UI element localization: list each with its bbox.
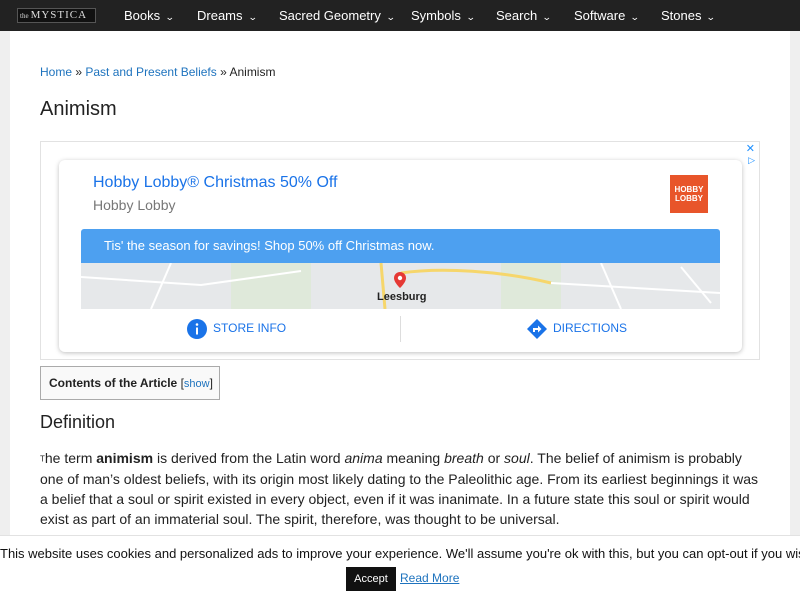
nav-item-symbols[interactable]: Symbols ⌄ [411,0,476,31]
chevron-down-icon: ⌄ [542,12,552,22]
text: or [483,450,505,466]
term-emphasis: animism [96,450,154,466]
meaning-word: breath [444,450,484,466]
ad-logo-text: HOBBY [674,185,704,194]
toc-title: Contents of the Article [49,376,178,390]
breadcrumb-parent-link[interactable]: Past and Present Beliefs [85,65,216,79]
article-paragraph: The term animism is derived from the Lat… [40,448,760,529]
nav-label: Symbols [411,8,461,23]
cookie-message: This website uses cookies and personaliz… [0,546,800,561]
meaning-word: soul [504,450,530,466]
nav-label: Sacred Geometry [279,8,381,23]
ad-brand-logo[interactable]: HOBBY LOBBY [670,175,708,213]
nav-item-software[interactable]: Software ⌄ [574,0,640,31]
ad-banner[interactable]: Tis' the season for savings! Shop 50% of… [81,229,720,263]
toc-bracket: ] [209,376,213,390]
nav-item-dreams[interactable]: Dreams ⌄ [197,0,258,31]
text: he term [44,450,97,466]
nav-label: Dreams [197,8,243,23]
chevron-down-icon: ⌄ [247,12,258,22]
breadcrumb-separator: » [216,65,230,79]
ad-card[interactable]: Hobby Lobby® Christmas 50% Off Hobby Lob… [59,160,742,352]
map-pin-icon [394,272,406,288]
toc-show-link[interactable]: show [184,378,210,390]
directions-label: DIRECTIONS [553,321,628,336]
chevron-down-icon: ⌄ [465,12,476,22]
toc-bracket: [ [177,376,184,390]
breadcrumb: Home » Past and Present Beliefs » Animis… [40,65,275,79]
nav-item-sacred-geometry[interactable]: Sacred Geometry ⌄ [279,0,396,31]
ad-choices-icon[interactable]: ▷ [748,155,755,166]
breadcrumb-current: Animism [229,65,276,79]
cookie-read-more-link[interactable]: Read More [400,571,459,585]
info-icon [187,319,207,339]
ad-logo-text: LOBBY [675,194,703,203]
site-logo[interactable]: the MYSTICA [17,8,96,23]
nav-label: Books [124,8,161,23]
advertisement: ✕ ▷ Hobby Lobby® Christmas 50% Off Hobby… [40,141,760,360]
store-info-button[interactable]: STORE INFO [187,319,286,339]
latin-word: anima [344,450,383,466]
nav-item-stones[interactable]: Stones ⌄ [661,0,717,31]
chevron-down-icon: ⌄ [385,12,396,22]
ad-actions: STORE INFO DIRECTIONS [81,312,720,346]
text: is derived from the Latin word [153,450,345,466]
nav-label: Search [496,8,538,23]
page-title: Animism [40,98,117,120]
ad-advertiser: Hobby Lobby [93,197,176,213]
ad-actions-divider [400,316,401,342]
section-heading: Definition [40,412,116,432]
breadcrumb-home-link[interactable]: Home [40,65,72,79]
table-of-contents: Contents of the Article [show] [40,366,220,400]
text: meaning [382,450,445,466]
nav-item-books[interactable]: Books ⌄ [124,0,175,31]
nav-label: Stones [661,8,702,23]
cookie-consent-bar: This website uses cookies and personaliz… [0,535,800,600]
logo-small-text: the [20,12,29,20]
ad-map[interactable]: Leesburg [81,263,720,309]
ad-headline[interactable]: Hobby Lobby® Christmas 50% Off [93,174,338,192]
logo-text: MYSTICA [30,9,88,21]
breadcrumb-separator: » [72,65,86,79]
chevron-down-icon: ⌄ [706,12,717,22]
map-location-label: Leesburg [377,291,427,303]
store-info-label: STORE INFO [213,321,287,336]
nav-label: Software [574,8,626,23]
directions-icon [527,319,547,339]
chevron-down-icon: ⌄ [165,12,175,22]
cookie-accept-button[interactable]: Accept [346,567,396,591]
chevron-down-icon: ⌄ [630,12,640,22]
directions-button[interactable]: DIRECTIONS [527,319,627,339]
top-navigation: the MYSTICA Books ⌄ Dreams ⌄ Sacred Geometr… [0,0,800,31]
ad-close-icon[interactable]: ✕ [746,142,755,155]
nav-item-search[interactable]: Search ⌄ [496,0,552,31]
